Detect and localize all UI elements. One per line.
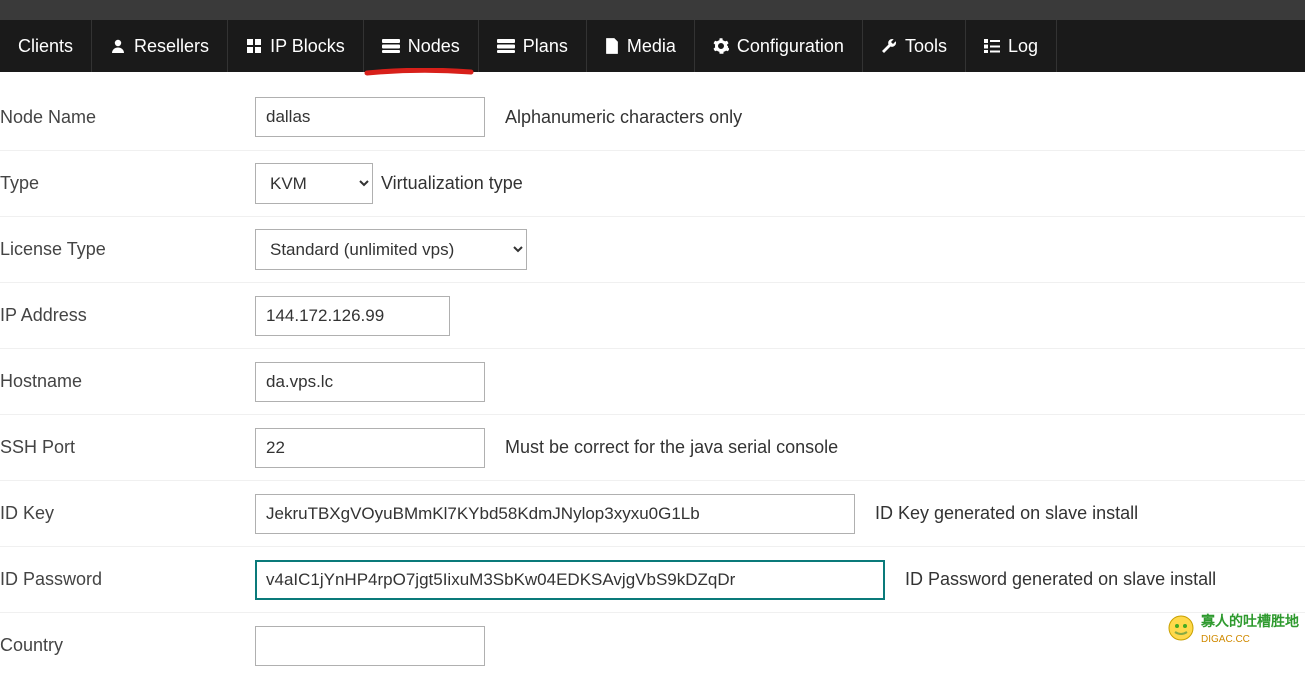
nav-label: Plans: [523, 36, 568, 57]
label-license-type: License Type: [0, 239, 255, 260]
row-ip-address: IP Address: [0, 282, 1305, 348]
file-icon: [605, 38, 619, 54]
nav-label: Resellers: [134, 36, 209, 57]
node-name-input[interactable]: [255, 97, 485, 137]
list-icon: [984, 38, 1000, 54]
main-nav: Clients Resellers IP Blocks Nodes Plans …: [0, 20, 1305, 72]
server-icon: [497, 38, 515, 54]
id-password-input[interactable]: [255, 560, 885, 600]
row-id-key: ID Key ID Key generated on slave install: [0, 480, 1305, 546]
row-type: Type KVM Virtualization type: [0, 150, 1305, 216]
ip-address-input[interactable]: [255, 296, 450, 336]
node-form: Node Name Alphanumeric characters only T…: [0, 72, 1305, 678]
nav-plans[interactable]: Plans: [479, 20, 587, 72]
label-ip-address: IP Address: [0, 305, 255, 326]
row-country: Country: [0, 612, 1305, 678]
nav-label: Tools: [905, 36, 947, 57]
id-key-input[interactable]: [255, 494, 855, 534]
gear-icon: [713, 38, 729, 54]
label-type: Type: [0, 173, 255, 194]
nav-resellers[interactable]: Resellers: [92, 20, 228, 72]
type-select[interactable]: KVM: [255, 163, 373, 204]
row-hostname: Hostname: [0, 348, 1305, 414]
row-node-name: Node Name Alphanumeric characters only: [0, 84, 1305, 150]
license-type-select[interactable]: Standard (unlimited vps): [255, 229, 527, 270]
nav-label: Media: [627, 36, 676, 57]
nav-ip-blocks[interactable]: IP Blocks: [228, 20, 364, 72]
nav-label: Log: [1008, 36, 1038, 57]
label-node-name: Node Name: [0, 107, 255, 128]
nav-label: IP Blocks: [270, 36, 345, 57]
label-ssh-port: SSH Port: [0, 437, 255, 458]
hint-id-password: ID Password generated on slave install: [905, 569, 1216, 590]
hostname-input[interactable]: [255, 362, 485, 402]
nav-log[interactable]: Log: [966, 20, 1057, 72]
row-id-password: ID Password ID Password generated on sla…: [0, 546, 1305, 612]
window-topbar: [0, 0, 1305, 20]
nav-media[interactable]: Media: [587, 20, 695, 72]
hint-type: Virtualization type: [381, 173, 523, 194]
ssh-port-input[interactable]: [255, 428, 485, 468]
wrench-icon: [881, 38, 897, 54]
nav-label: Nodes: [408, 36, 460, 57]
row-license-type: License Type Standard (unlimited vps): [0, 216, 1305, 282]
nav-tools[interactable]: Tools: [863, 20, 966, 72]
user-icon: [110, 38, 126, 54]
country-input[interactable]: [255, 626, 485, 666]
hint-node-name: Alphanumeric characters only: [505, 107, 742, 128]
hint-ssh-port: Must be correct for the java serial cons…: [505, 437, 838, 458]
nav-label: Clients: [18, 36, 73, 57]
grid-icon: [246, 38, 262, 54]
hint-id-key: ID Key generated on slave install: [875, 503, 1138, 524]
nav-configuration[interactable]: Configuration: [695, 20, 863, 72]
label-hostname: Hostname: [0, 371, 255, 392]
nav-clients[interactable]: Clients: [0, 20, 92, 72]
server-icon: [382, 38, 400, 54]
label-id-password: ID Password: [0, 569, 255, 590]
row-ssh-port: SSH Port Must be correct for the java se…: [0, 414, 1305, 480]
label-id-key: ID Key: [0, 503, 255, 524]
nav-nodes[interactable]: Nodes: [364, 20, 479, 72]
label-country: Country: [0, 635, 255, 656]
nav-label: Configuration: [737, 36, 844, 57]
